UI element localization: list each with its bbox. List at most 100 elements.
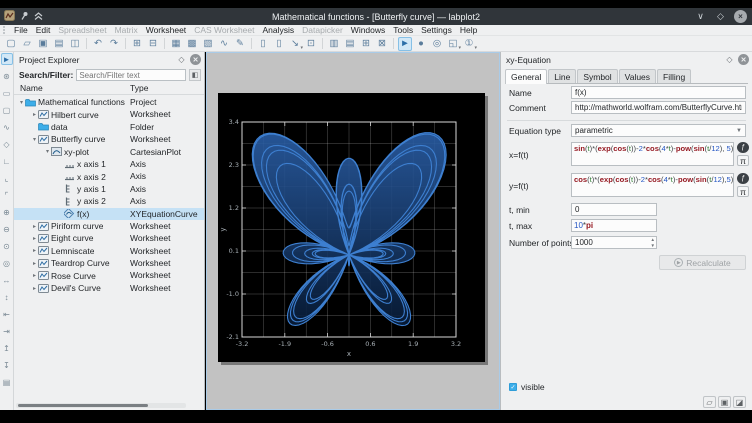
insert-constant-pi-button[interactable]: π: [737, 186, 749, 197]
insert-function-button[interactable]: ƒ: [737, 173, 749, 184]
menubar-drag-handle[interactable]: [3, 26, 6, 34]
float-panel-icon[interactable]: ◇: [724, 54, 735, 65]
paste-properties-button[interactable]: ◪: [733, 396, 746, 408]
t-max-input[interactable]: 10*pi: [571, 219, 657, 232]
column-name[interactable]: Name: [20, 83, 43, 93]
tree-row-xy-plot[interactable]: ▾xy-plotCartesianPlot: [14, 146, 204, 158]
horizontal-scrollbar[interactable]: [16, 403, 186, 408]
filter-options-button[interactable]: ◧: [189, 69, 201, 81]
select-pointer-icon[interactable]: ►: [398, 37, 412, 51]
menu-help[interactable]: Help: [456, 25, 481, 35]
menu-edit[interactable]: Edit: [32, 25, 55, 35]
break-layout-icon[interactable]: ⊠: [375, 37, 389, 51]
magnification-icon[interactable]: ①▾: [462, 37, 476, 51]
add-plot-icon[interactable]: ⊛: [1, 70, 13, 82]
expander-open-icon[interactable]: ▾: [44, 148, 51, 155]
equation-type-select[interactable]: parametric ▼: [571, 124, 746, 137]
expander-open-icon[interactable]: ▾: [31, 136, 38, 143]
close-panel-icon[interactable]: ✕: [738, 54, 749, 65]
new-datapicker-icon[interactable]: ⊟: [146, 37, 160, 51]
shade-window-icon[interactable]: [34, 11, 43, 21]
tree-row-y-axis-1[interactable]: y axis 1Axis: [14, 183, 204, 195]
add-text-label-icon[interactable]: ▭: [1, 87, 13, 99]
zoom-out-icon[interactable]: ⊖: [1, 223, 13, 235]
menu-worksheet[interactable]: Worksheet: [142, 25, 190, 35]
menu-tools[interactable]: Tools: [389, 25, 417, 35]
insert-constant-pi-button[interactable]: π: [737, 155, 749, 166]
tree-row-devil-s-curve[interactable]: ▸Devil's CurveWorksheet: [14, 282, 204, 294]
shift-right-x-icon[interactable]: ⇥: [1, 325, 13, 337]
tree-row-y-axis-2[interactable]: y axis 2Axis: [14, 195, 204, 207]
maximize-button[interactable]: ◇: [714, 10, 727, 23]
expander-closed-icon[interactable]: ▸: [31, 260, 38, 267]
tab-line[interactable]: Line: [548, 69, 576, 83]
expander-closed-icon[interactable]: ▸: [31, 111, 38, 118]
column-type[interactable]: Type: [130, 83, 148, 93]
open-project-icon[interactable]: ▱: [20, 37, 34, 51]
print-icon[interactable]: ▤: [52, 37, 66, 51]
add-xy-curve-icon[interactable]: ∿: [1, 121, 13, 133]
expander-closed-icon[interactable]: ▸: [31, 285, 38, 292]
spinbox-arrows-icon[interactable]: ▲▼: [651, 237, 655, 248]
pan-tool-icon[interactable]: ●: [414, 37, 428, 51]
tree-row-rose-curve[interactable]: ▸Rose CurveWorksheet: [14, 269, 204, 281]
redo-icon[interactable]: ↷: [107, 37, 121, 51]
menu-datapicker[interactable]: Datapicker: [298, 25, 347, 35]
shift-left-x-icon[interactable]: ⇤: [1, 308, 13, 320]
save-template-button[interactable]: ▣: [718, 396, 731, 408]
search-filter-input[interactable]: [76, 69, 186, 81]
comment-input[interactable]: [571, 101, 746, 114]
zoom-select-icon[interactable]: ◎: [430, 37, 444, 51]
tree-row-teardrop-curve[interactable]: ▸Teardrop CurveWorksheet: [14, 257, 204, 269]
minimize-button[interactable]: ∨: [694, 10, 707, 23]
new-worksheet-icon[interactable]: ▧: [201, 37, 215, 51]
zoom-fit-icon[interactable]: ◱▾: [446, 37, 460, 51]
new-script-icon[interactable]: ▯: [272, 37, 286, 51]
float-panel-icon[interactable]: ◇: [176, 54, 187, 65]
x-equation-input[interactable]: sin(t)*(exp(cos(t))-2*cos(4*t)-pow(sin(t…: [571, 142, 734, 166]
tree-row-x-axis-1[interactable]: x axis 1Axis: [14, 158, 204, 170]
pin-window-icon[interactable]: [20, 11, 29, 21]
export-image-icon[interactable]: ↘▾: [288, 37, 302, 51]
close-button[interactable]: ×: [734, 10, 747, 23]
tree-row-hilbert-curve[interactable]: ▸Hilbert curveWorksheet: [14, 108, 204, 120]
undo-icon[interactable]: ↶: [91, 37, 105, 51]
name-input[interactable]: [571, 86, 746, 99]
menu-matrix[interactable]: Matrix: [111, 25, 142, 35]
load-template-button[interactable]: ▱: [703, 396, 716, 408]
add-custom-axis-icon[interactable]: ⌜: [1, 189, 13, 201]
zoom-select-y-icon[interactable]: ↕: [1, 291, 13, 303]
tree-row-piriform-curve[interactable]: ▸Piriform curveWorksheet: [14, 220, 204, 232]
expander-closed-icon[interactable]: ▸: [31, 272, 38, 279]
menu-cas-worksheet[interactable]: CAS Worksheet: [190, 25, 258, 35]
tree-row-x-axis-2[interactable]: x axis 2Axis: [14, 170, 204, 182]
expander-closed-icon[interactable]: ▸: [31, 223, 38, 230]
tree-row-butterfly-curve[interactable]: ▾Butterfly curveWorksheet: [14, 133, 204, 145]
tab-general[interactable]: General: [505, 69, 547, 84]
insert-function-button[interactable]: ƒ: [737, 142, 749, 153]
tree-row-eight-curve[interactable]: ▸Eight curveWorksheet: [14, 232, 204, 244]
expander-closed-icon[interactable]: ▸: [31, 247, 38, 254]
close-panel-icon[interactable]: ✕: [190, 54, 201, 65]
pointer-tool-icon[interactable]: ►: [1, 53, 13, 65]
add-legend-icon[interactable]: ▤: [1, 376, 13, 388]
tree-column-headers[interactable]: Name Type: [14, 83, 204, 95]
menu-file[interactable]: File: [10, 25, 32, 35]
new-spreadsheet-icon[interactable]: ▦: [169, 37, 183, 51]
new-project-icon[interactable]: ▢: [4, 37, 18, 51]
visible-checkbox[interactable]: ✓: [509, 383, 517, 391]
worksheet-page[interactable]: -3.2-1.9-0.60.61.93.23.42.31.20.1-1.0-2.…: [218, 93, 485, 362]
tree-row-mathematical-functions[interactable]: ▾Mathematical functionsProject: [14, 96, 204, 108]
y-equation-input[interactable]: cos(t)*(exp(cos(t))-2*cos(4*t)-pow(sin(t…: [571, 173, 734, 197]
number-of-points-spinbox[interactable]: 1000 ▲▼: [571, 236, 657, 249]
menu-analysis[interactable]: Analysis: [259, 25, 299, 35]
zoom-select-region-icon[interactable]: ◎: [1, 257, 13, 269]
new-xy-curve-icon[interactable]: ∿: [217, 37, 231, 51]
print-preview-icon[interactable]: ◫: [68, 37, 82, 51]
add-horizontal-axis-icon[interactable]: ∟: [1, 155, 13, 167]
tab-filling[interactable]: Filling: [657, 69, 691, 83]
shift-up-y-icon[interactable]: ↥: [1, 342, 13, 354]
add-equation-curve-icon[interactable]: ◇: [1, 138, 13, 150]
tree-row-lemniscate[interactable]: ▸LemniscateWorksheet: [14, 245, 204, 257]
tab-values[interactable]: Values: [619, 69, 656, 83]
